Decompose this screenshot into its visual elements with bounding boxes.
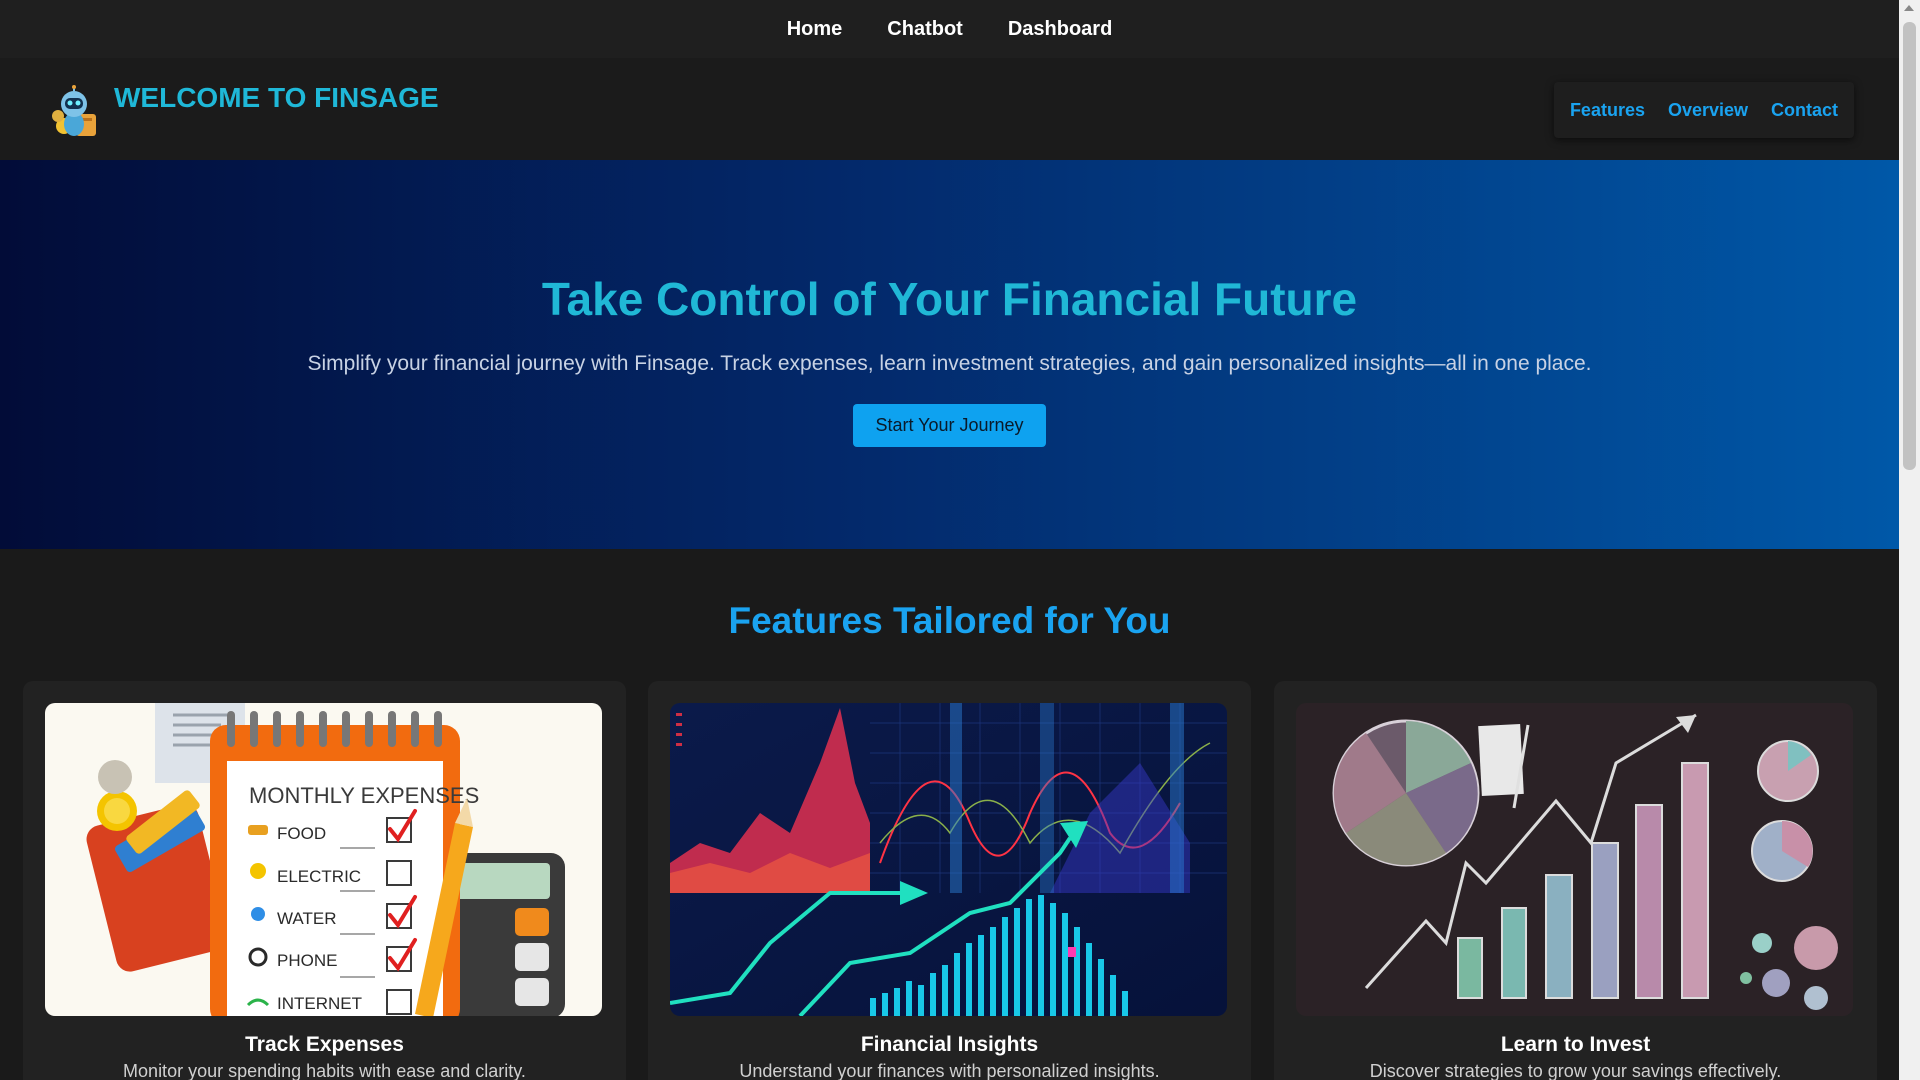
card-description: Monitor your spending habits with ease a… bbox=[123, 1061, 526, 1080]
card-description: Understand your finances with personaliz… bbox=[739, 1061, 1160, 1080]
expense-item-label: WATER bbox=[277, 909, 337, 928]
start-journey-button[interactable]: Start Your Journey bbox=[853, 404, 1046, 447]
section-links: Features Overview Contact bbox=[1554, 82, 1854, 138]
robot-mascot-icon[interactable] bbox=[46, 84, 102, 140]
hero-subtitle: Simplify your financial journey with Fin… bbox=[307, 352, 1592, 375]
card-title: Learn to Invest bbox=[1500, 1033, 1651, 1056]
features-link[interactable]: Features bbox=[1570, 100, 1645, 121]
scrollbar-thumb[interactable] bbox=[1903, 22, 1916, 470]
card-title: Financial Insights bbox=[860, 1033, 1039, 1056]
nav-chatbot-link[interactable]: Chatbot bbox=[887, 18, 963, 41]
card-description: Discover strategies to grow your savings… bbox=[1369, 1061, 1782, 1080]
expenses-notepad-image: MONTHLY EXPENSES FOOD ELECTRIC WATER PHO… bbox=[45, 703, 602, 1016]
notepad-heading: MONTHLY EXPENSES bbox=[249, 783, 479, 808]
features-title: Features Tailored for You bbox=[728, 600, 1171, 641]
scroll-up-arrow-icon[interactable] bbox=[1904, 5, 1914, 11]
expense-item-label: PHONE bbox=[277, 951, 337, 970]
top-nav: Home Chatbot Dashboard bbox=[0, 0, 1899, 58]
feature-card-financial-insights[interactable]: Financial Insights Understand your finan… bbox=[648, 681, 1251, 1080]
site-header: WELCOME TO FINSAGE Features Overview Con… bbox=[0, 58, 1899, 160]
contact-link[interactable]: Contact bbox=[1771, 100, 1838, 121]
card-title: Track Expenses bbox=[245, 1033, 404, 1056]
nav-home-link[interactable]: Home bbox=[787, 18, 843, 41]
brand-title: WELCOME TO FINSAGE bbox=[114, 82, 439, 113]
hero-title: Take Control of Your Financial Future bbox=[541, 273, 1358, 325]
expense-item-label: FOOD bbox=[277, 824, 326, 843]
feature-card-track-expenses[interactable]: MONTHLY EXPENSES FOOD ELECTRIC WATER PHO… bbox=[23, 681, 626, 1080]
financial-chart-image bbox=[670, 703, 1227, 1016]
expense-item-label: INTERNET bbox=[277, 994, 362, 1013]
feature-card-learn-to-invest[interactable]: Learn to Invest Discover strategies to g… bbox=[1274, 681, 1877, 1080]
chalkboard-growth-image bbox=[1296, 703, 1853, 1016]
page-scrollbar[interactable] bbox=[1899, 0, 1920, 1080]
overview-link[interactable]: Overview bbox=[1668, 100, 1748, 121]
hero-section: Take Control of Your Financial Future Si… bbox=[0, 160, 1899, 549]
expense-item-label: ELECTRIC bbox=[277, 867, 361, 886]
nav-dashboard-link[interactable]: Dashboard bbox=[1008, 18, 1112, 41]
